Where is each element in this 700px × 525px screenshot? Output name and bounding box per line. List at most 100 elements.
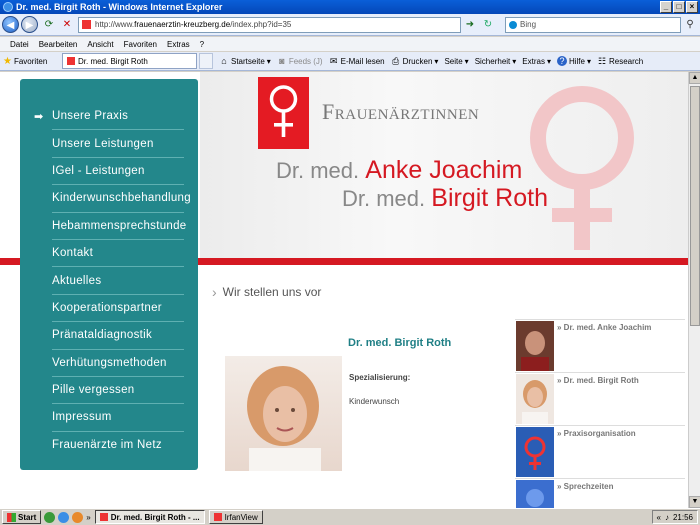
mail-label: E-Mail lesen bbox=[340, 56, 385, 66]
menu-tools[interactable]: Extras bbox=[167, 40, 190, 49]
taskbar-button-ie[interactable]: Dr. med. Birgit Roth - ... bbox=[94, 510, 205, 524]
mail-icon: ✉ bbox=[329, 56, 338, 66]
nav-item-unsere-praxis[interactable]: ➡ Unsere Praxis bbox=[34, 103, 184, 131]
nav-item-kontakt[interactable]: Kontakt bbox=[52, 240, 184, 268]
nav-item-igel-leistungen[interactable]: IGel - Leistungen bbox=[52, 158, 184, 186]
doctor1-prefix: Dr. med. bbox=[276, 158, 360, 183]
nav-item-verhuetungsmethoden[interactable]: Verhütungsmethoden bbox=[52, 350, 184, 377]
ie-icon bbox=[3, 2, 13, 12]
menu-help[interactable]: ? bbox=[200, 40, 204, 49]
system-tray: « ♪ 21:56 bbox=[651, 510, 698, 524]
sidebar-nav: ➡ Unsere Praxis Unsere Leistungen IGel - … bbox=[20, 79, 198, 470]
help-label: Hilfe bbox=[568, 56, 585, 66]
menu-favorites[interactable]: Favoriten bbox=[124, 40, 157, 49]
quicklaunch-ie-icon[interactable] bbox=[58, 511, 70, 523]
portrait-photo bbox=[225, 356, 342, 471]
menu-bar: Datei Bearbeiten Ansicht Favoriten Extra… bbox=[0, 37, 700, 51]
tools-label: Extras bbox=[522, 56, 545, 66]
print-button[interactable]: ⎙ Drucken ▾ bbox=[391, 56, 438, 66]
refresh-icon[interactable]: ⟳ bbox=[42, 18, 56, 32]
feeds-label: Feeds (J) bbox=[288, 56, 323, 66]
team-item-sprechzeiten[interactable]: » Sprechzeiten bbox=[515, 478, 685, 508]
quicklaunch-chrome-icon[interactable] bbox=[44, 511, 56, 523]
quicklaunch-firefox-icon[interactable] bbox=[72, 511, 84, 523]
tools-menu[interactable]: Extras ▾ bbox=[522, 57, 551, 66]
team-item-anke-joachim[interactable]: » Dr. med. Anke Joachim bbox=[515, 319, 685, 372]
start-button[interactable]: Start bbox=[2, 510, 42, 524]
search-placeholder: Bing bbox=[520, 20, 537, 29]
menu-view[interactable]: Ansicht bbox=[87, 40, 113, 49]
menu-edit[interactable]: Bearbeiten bbox=[39, 40, 78, 49]
bing-icon bbox=[509, 20, 517, 29]
volume-icon[interactable]: ♪ bbox=[665, 513, 669, 522]
logo[interactable] bbox=[258, 77, 309, 149]
help-menu[interactable]: ? Hilfe ▾ bbox=[556, 56, 591, 66]
team-item-birgit-roth[interactable]: » Dr. med. Birgit Roth bbox=[515, 372, 685, 425]
section-title: › Wir stellen uns vor bbox=[212, 284, 321, 300]
nav-item-unsere-leistungen[interactable]: Unsere Leistungen bbox=[52, 130, 184, 158]
female-symbol-watermark bbox=[530, 86, 634, 250]
doctor2-heading: Dr. med. Birgit Roth bbox=[342, 184, 548, 213]
clock[interactable]: 21:56 bbox=[673, 513, 693, 522]
taskbar-button-irfanview[interactable]: IrfanView bbox=[208, 510, 263, 524]
minimize-button[interactable]: _ bbox=[660, 1, 672, 13]
feeds-button[interactable]: ◙ Feeds (J) bbox=[277, 56, 323, 66]
browser-tab[interactable]: Dr. med. Birgit Roth bbox=[62, 53, 197, 69]
star-icon: ★ bbox=[3, 55, 12, 67]
specialization-label: Spezialisierung: bbox=[349, 373, 411, 382]
page-menu[interactable]: Seite ▾ bbox=[444, 57, 468, 66]
new-tab-button[interactable] bbox=[199, 53, 213, 69]
specialization-value: Kinderwunsch bbox=[349, 397, 400, 406]
portrait-image bbox=[247, 366, 321, 471]
research-icon: ☷ bbox=[597, 56, 607, 66]
address-path: /index.php?id=35 bbox=[230, 20, 292, 29]
scroll-down-arrow-icon[interactable]: ▼ bbox=[689, 496, 700, 508]
favorites-button[interactable]: ★ Favoriten bbox=[0, 56, 58, 67]
back-button[interactable]: ◀ bbox=[2, 16, 19, 33]
page-icon bbox=[67, 57, 75, 65]
stop-icon[interactable]: ✕ bbox=[60, 18, 74, 32]
address-bar[interactable]: http://www. frauenaerztin-kreuzberg.de/in… bbox=[78, 16, 461, 33]
tray-expand-icon[interactable]: « bbox=[657, 513, 661, 522]
search-input[interactable]: Bing bbox=[505, 16, 681, 33]
page-content: Frauenärztinnen Dr. med. Anke Joachim Dr… bbox=[0, 72, 688, 508]
nav-item-praenataldiagnostik[interactable]: Pränataldiagnostik bbox=[52, 322, 184, 350]
help-icon: ? bbox=[556, 56, 567, 66]
close-button[interactable]: × bbox=[686, 1, 698, 13]
menu-file[interactable]: Datei bbox=[10, 40, 29, 49]
search-icon[interactable]: ⚲ bbox=[683, 18, 697, 32]
refresh-small-icon[interactable]: ↻ bbox=[481, 18, 495, 32]
printer-icon: ⎙ bbox=[392, 56, 400, 66]
praxisorganisation-thumbnail bbox=[516, 427, 554, 477]
quicklaunch-expand-icon[interactable]: » bbox=[86, 513, 90, 522]
scroll-up-arrow-icon[interactable]: ▲ bbox=[689, 72, 700, 84]
person-name: Dr. med. Birgit Roth bbox=[348, 337, 452, 349]
maximize-button[interactable]: □ bbox=[673, 1, 685, 13]
doctor1-name: Anke Joachim bbox=[365, 156, 523, 184]
birgit-roth-thumbnail bbox=[516, 374, 554, 424]
research-button[interactable]: ☷ Research bbox=[597, 56, 643, 66]
window-titlebar[interactable]: Dr. med. Birgit Roth - Windows Internet … bbox=[0, 0, 700, 14]
scroll-thumb[interactable] bbox=[690, 86, 700, 326]
nav-item-impressum[interactable]: Impressum bbox=[52, 404, 184, 432]
mail-button[interactable]: ✉ E-Mail lesen bbox=[329, 56, 385, 66]
home-icon: ⌂ bbox=[221, 56, 227, 66]
security-menu[interactable]: Sicherheit ▾ bbox=[475, 57, 517, 66]
forward-button[interactable]: ▶ bbox=[21, 16, 38, 33]
favorites-label: Favoriten bbox=[13, 56, 48, 66]
tab-label: Dr. med. Birgit Roth bbox=[78, 56, 148, 66]
home-button[interactable]: ⌂ Startseite ▾ bbox=[219, 56, 271, 66]
nav-item-kooperationspartner[interactable]: Kooperationspartner bbox=[52, 295, 184, 323]
nav-item-hebammensprechstunde[interactable]: Hebammensprechstunde bbox=[52, 213, 186, 240]
nav-item-kinderwunschbehandlung[interactable]: Kinderwunschbehandlung bbox=[52, 185, 191, 213]
chevron-right-icon: › bbox=[212, 284, 217, 300]
team-list: » Dr. med. Anke Joachim » Dr. med. Birgi… bbox=[515, 319, 685, 508]
nav-item-pille-vergessen[interactable]: Pille vergessen bbox=[52, 377, 184, 405]
research-label: Research bbox=[609, 56, 644, 66]
team-item-praxisorganisation[interactable]: » Praxisorganisation bbox=[515, 425, 685, 478]
nav-item-aktuelles[interactable]: Aktuelles bbox=[52, 267, 184, 295]
vertical-scrollbar[interactable]: ▲ ▼ bbox=[688, 72, 700, 508]
nav-item-frauenaerzte-im-netz[interactable]: Frauenärzte im Netz bbox=[52, 432, 184, 459]
go-icon[interactable]: ➜ bbox=[463, 18, 477, 32]
home-label: Startseite bbox=[231, 56, 265, 66]
